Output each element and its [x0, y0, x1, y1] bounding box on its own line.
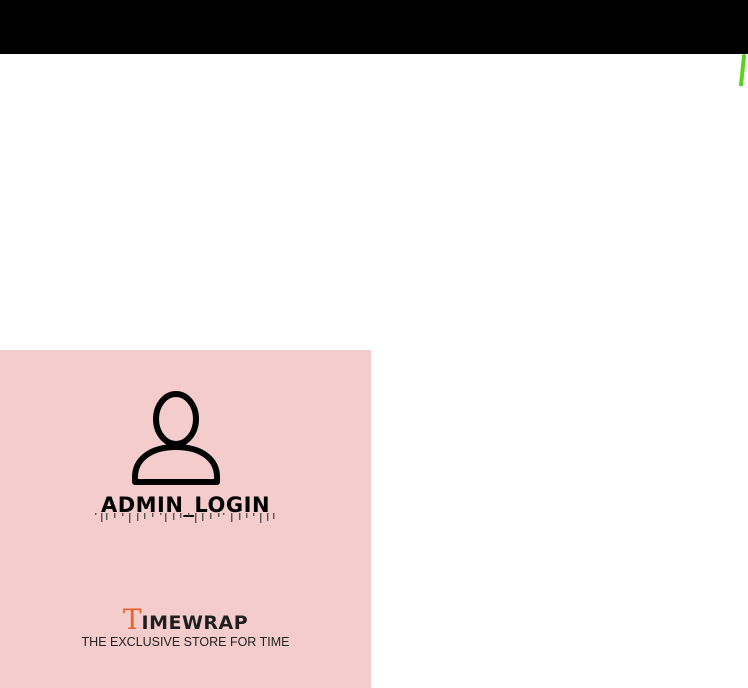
- drip-mark: [218, 513, 220, 517]
- drip-mark: [231, 513, 233, 522]
- drip-mark: [202, 513, 204, 521]
- drip-mark: [95, 513, 97, 515]
- drip-mark: [152, 513, 154, 517]
- page: ADMIN_LOGIN TIMEWRAP THE EXCLUSIVE STORE…: [0, 0, 748, 688]
- drip-mark: [101, 513, 103, 522]
- drip-mark: [195, 513, 197, 523]
- drip-mark: [160, 513, 162, 515]
- drip-mark: [165, 513, 167, 522]
- user-icon[interactable]: [131, 389, 221, 487]
- drip-mark: [144, 513, 146, 519]
- drip-mark: [260, 513, 262, 523]
- drip-mark: [106, 513, 108, 520]
- drip-mark: [239, 513, 241, 520]
- drip-mark: [180, 513, 182, 518]
- drip-mark: [122, 513, 124, 516]
- drip-mark: [137, 513, 139, 521]
- drip-mark: [223, 513, 225, 515]
- drip-mark: [246, 513, 248, 518]
- brand-tagline: THE EXCLUSIVE STORE FOR TIME: [81, 635, 290, 649]
- drip-mark: [173, 513, 175, 520]
- drip-mark: [114, 513, 116, 518]
- admin-title-drip-decoration: [92, 513, 278, 527]
- drip-mark: [273, 513, 275, 519]
- brand-initial: T: [122, 603, 142, 636]
- drip-mark: [253, 513, 255, 516]
- admin-login-panel[interactable]: ADMIN_LOGIN TIMEWRAP THE EXCLUSIVE STORE…: [0, 350, 371, 688]
- drip-mark: [188, 513, 190, 516]
- brand-name-rest: IMEWRAP: [141, 612, 249, 634]
- drip-mark: [267, 513, 269, 521]
- green-edge-mark: [737, 54, 748, 86]
- top-navigation-bar: [0, 0, 748, 54]
- drip-mark: [129, 513, 131, 523]
- drip-mark: [210, 513, 212, 519]
